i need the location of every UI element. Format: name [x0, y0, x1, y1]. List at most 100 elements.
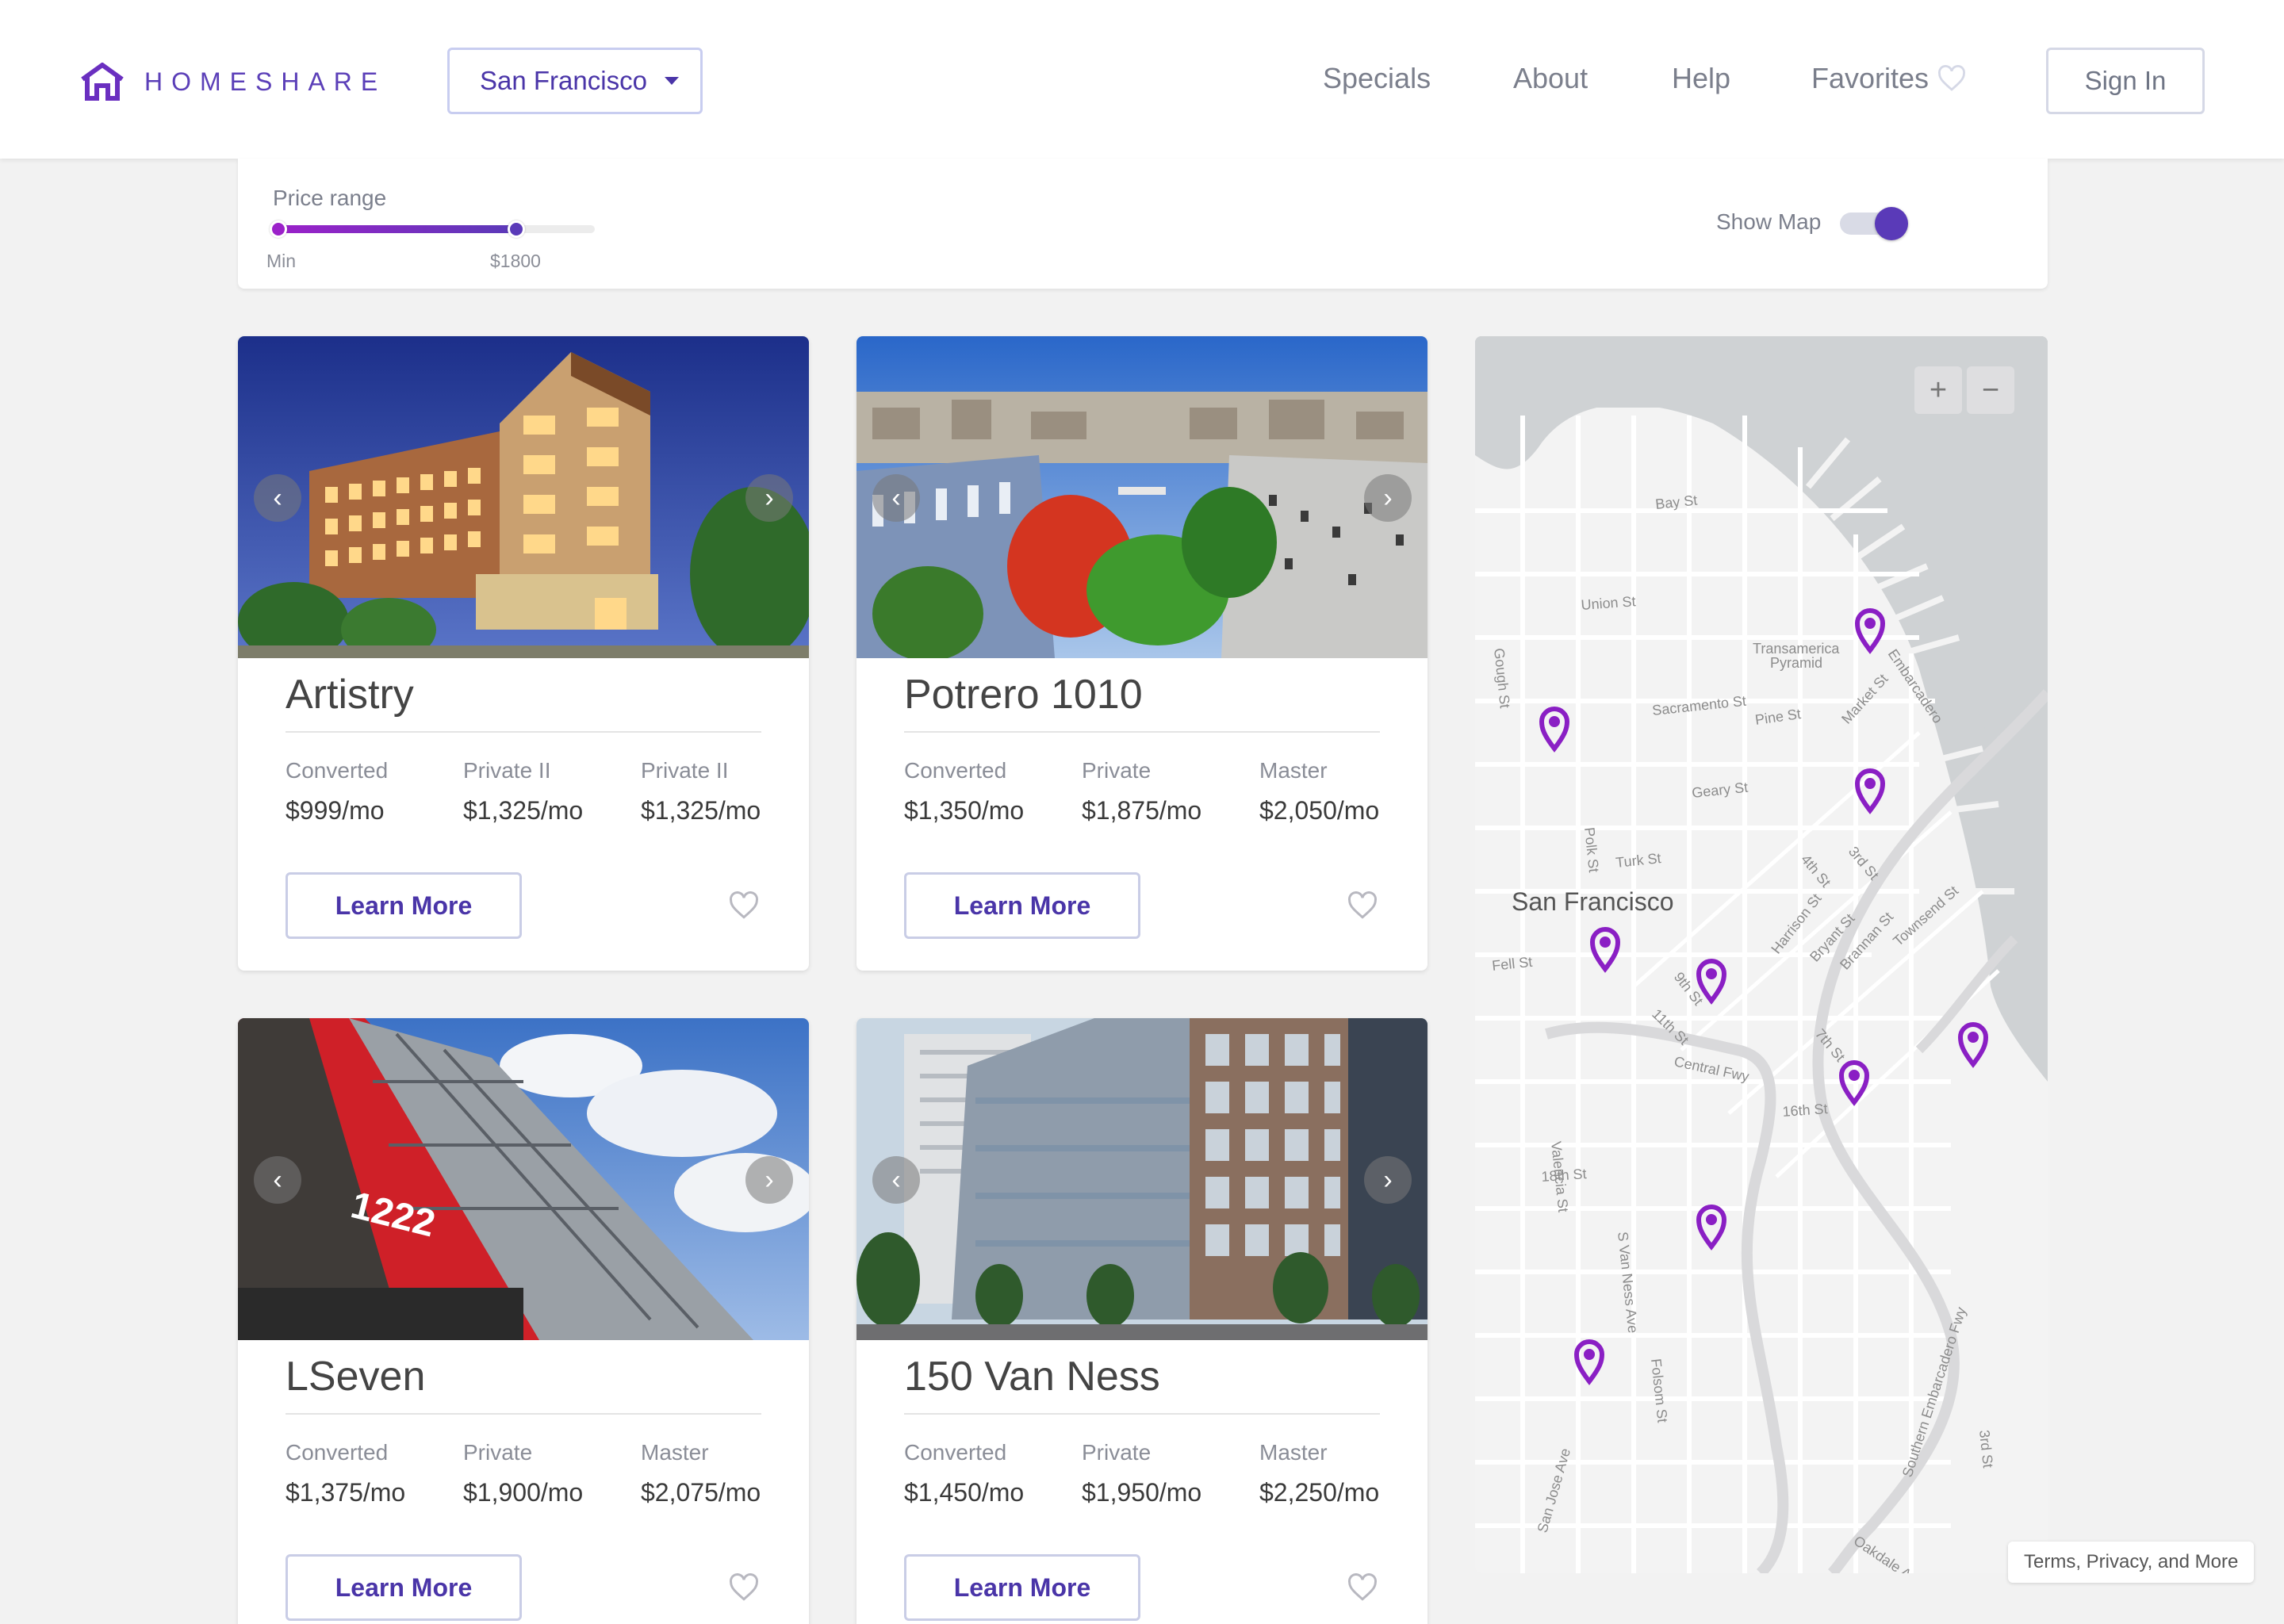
price-option-label: Private	[1082, 758, 1152, 783]
nav-favorites[interactable]: Favorites	[1811, 62, 1967, 95]
price-option-value: $2,250/mo	[1259, 1478, 1380, 1507]
prev-photo-button[interactable]: ‹	[254, 474, 301, 522]
listing-card: 1222 ‹ › LSeven Converted $1,375/mo Priv…	[238, 1018, 809, 1624]
map-street-label: Transamerica	[1753, 641, 1840, 657]
map-street-label: 16th St	[1782, 1101, 1828, 1120]
next-photo-button[interactable]: ›	[1364, 474, 1412, 522]
show-map-toggle-knob	[1875, 207, 1908, 240]
sign-in-button[interactable]: Sign In	[2046, 48, 2205, 114]
terms-link[interactable]: Terms, Privacy, and More	[2008, 1542, 2255, 1583]
price-option: Converted $1,375/mo	[286, 1440, 405, 1507]
listing-photo: ‹ ›	[856, 336, 1428, 658]
price-option: Private $1,900/mo	[463, 1440, 583, 1507]
price-range-label: Price range	[273, 186, 387, 210]
chevron-left-icon: ‹	[273, 482, 282, 513]
price-option: Private $1,875/mo	[1082, 758, 1201, 825]
price-option: Private $1,950/mo	[1082, 1440, 1201, 1507]
listing-card: ‹ › 150 Van Ness Converted $1,450/mo Pri…	[856, 1018, 1428, 1624]
listing-title: LSeven	[286, 1353, 761, 1415]
next-photo-button[interactable]: ›	[745, 474, 793, 522]
home-logo-icon	[81, 63, 124, 101]
map-panel[interactable]: Bay St Union St Transamerica Pyramid Sac…	[1475, 336, 2048, 1573]
listing-photo: 1222 ‹ ›	[238, 1018, 809, 1340]
heart-icon	[1937, 65, 1967, 92]
learn-more-button[interactable]: Learn More	[286, 1554, 522, 1621]
nav-favorites-label: Favorites	[1811, 62, 1930, 94]
chevron-right-icon: ›	[1383, 1164, 1393, 1195]
zoom-in-button[interactable]: +	[1914, 366, 1962, 414]
price-option: Private II $1,325/mo	[641, 758, 761, 825]
city-dropdown[interactable]: San Francisco	[447, 48, 703, 114]
favorite-heart-icon[interactable]	[728, 891, 760, 924]
price-option-label: Converted	[904, 1440, 1007, 1465]
prev-photo-button[interactable]: ‹	[872, 474, 920, 522]
listing-card: ‹ › Potrero 1010 Converted $1,350/mo Pri…	[856, 336, 1428, 971]
favorite-heart-icon[interactable]	[1347, 1573, 1378, 1606]
listing-photo: ‹ ›	[238, 336, 809, 658]
price-max-label: $1800	[490, 251, 541, 271]
price-range-fill	[278, 225, 515, 233]
listing-title: Potrero 1010	[904, 671, 1380, 733]
price-option-label: Private II	[641, 758, 729, 783]
price-option-value: $1,950/mo	[1082, 1478, 1202, 1507]
price-option: Converted $999/mo	[286, 758, 388, 825]
price-option-label: Master	[1259, 758, 1328, 783]
price-option-value: $1,450/mo	[904, 1478, 1025, 1507]
top-header: HOMESHARE San Francisco Specials About H…	[0, 0, 2284, 159]
learn-more-button[interactable]: Learn More	[286, 872, 522, 939]
map-city-label: San Francisco	[1512, 887, 1674, 916]
price-option-value: $2,050/mo	[1259, 796, 1380, 825]
price-option: Master $2,075/mo	[641, 1440, 761, 1507]
price-option-label: Converted	[904, 758, 1007, 783]
price-option: Master $2,250/mo	[1259, 1440, 1379, 1507]
nav-specials[interactable]: Specials	[1323, 62, 1431, 95]
price-option: Converted $1,350/mo	[904, 758, 1024, 825]
price-min-label: Min	[266, 251, 297, 271]
price-option-label: Converted	[286, 1440, 389, 1465]
chevron-left-icon: ‹	[891, 482, 901, 513]
prev-photo-button[interactable]: ‹	[872, 1156, 920, 1204]
nav-about[interactable]: About	[1513, 62, 1588, 95]
listing-card: ‹ › Artistry Converted $999/mo Private I…	[238, 336, 809, 971]
price-option-value: $1,325/mo	[463, 796, 584, 825]
price-min-handle[interactable]	[270, 220, 287, 238]
price-option-label: Private	[1082, 1440, 1152, 1465]
price-option-value: $2,075/mo	[641, 1478, 761, 1507]
price-option-value: $1,900/mo	[463, 1478, 584, 1507]
next-photo-button[interactable]: ›	[1364, 1156, 1412, 1204]
show-map-label: Show Map	[1716, 209, 1822, 234]
chevron-left-icon: ‹	[273, 1164, 282, 1195]
price-option-value: $1,350/mo	[904, 796, 1025, 825]
logo[interactable]: HOMESHARE	[78, 62, 386, 102]
listing-title: Artistry	[286, 671, 761, 733]
price-option-label: Converted	[286, 758, 389, 783]
chevron-down-icon	[664, 77, 679, 85]
price-option: Master $2,050/mo	[1259, 758, 1379, 825]
prev-photo-button[interactable]: ‹	[254, 1156, 301, 1204]
price-option-value: $1,325/mo	[641, 796, 761, 825]
city-dropdown-value: San Francisco	[480, 66, 647, 95]
chevron-right-icon: ›	[765, 482, 774, 513]
filter-panel: Price range Min $1800 Show Map	[238, 159, 2048, 289]
price-range-slider[interactable]	[270, 220, 595, 238]
favorite-heart-icon[interactable]	[1347, 891, 1378, 924]
map-canvas[interactable]: Bay St Union St Transamerica Pyramid Sac…	[1475, 336, 2048, 1573]
nav-help[interactable]: Help	[1672, 62, 1730, 95]
listing-title: 150 Van Ness	[904, 1353, 1380, 1415]
listing-photo: ‹ ›	[856, 1018, 1428, 1340]
price-option-value: $1,375/mo	[286, 1478, 406, 1507]
zoom-out-button[interactable]: −	[1967, 366, 2014, 414]
learn-more-button[interactable]: Learn More	[904, 872, 1140, 939]
price-option-label: Master	[1259, 1440, 1328, 1465]
favorite-heart-icon[interactable]	[728, 1573, 760, 1606]
chevron-left-icon: ‹	[891, 1164, 901, 1195]
price-option-label: Private	[463, 1440, 533, 1465]
price-max-handle[interactable]	[508, 220, 525, 238]
learn-more-button[interactable]: Learn More	[904, 1554, 1140, 1621]
price-option: Private II $1,325/mo	[463, 758, 583, 825]
price-option-label: Master	[641, 1440, 709, 1465]
show-map-toggle[interactable]	[1840, 207, 1908, 240]
map-street-label: Pyramid	[1770, 655, 1822, 671]
next-photo-button[interactable]: ›	[745, 1156, 793, 1204]
chevron-right-icon: ›	[765, 1164, 774, 1195]
